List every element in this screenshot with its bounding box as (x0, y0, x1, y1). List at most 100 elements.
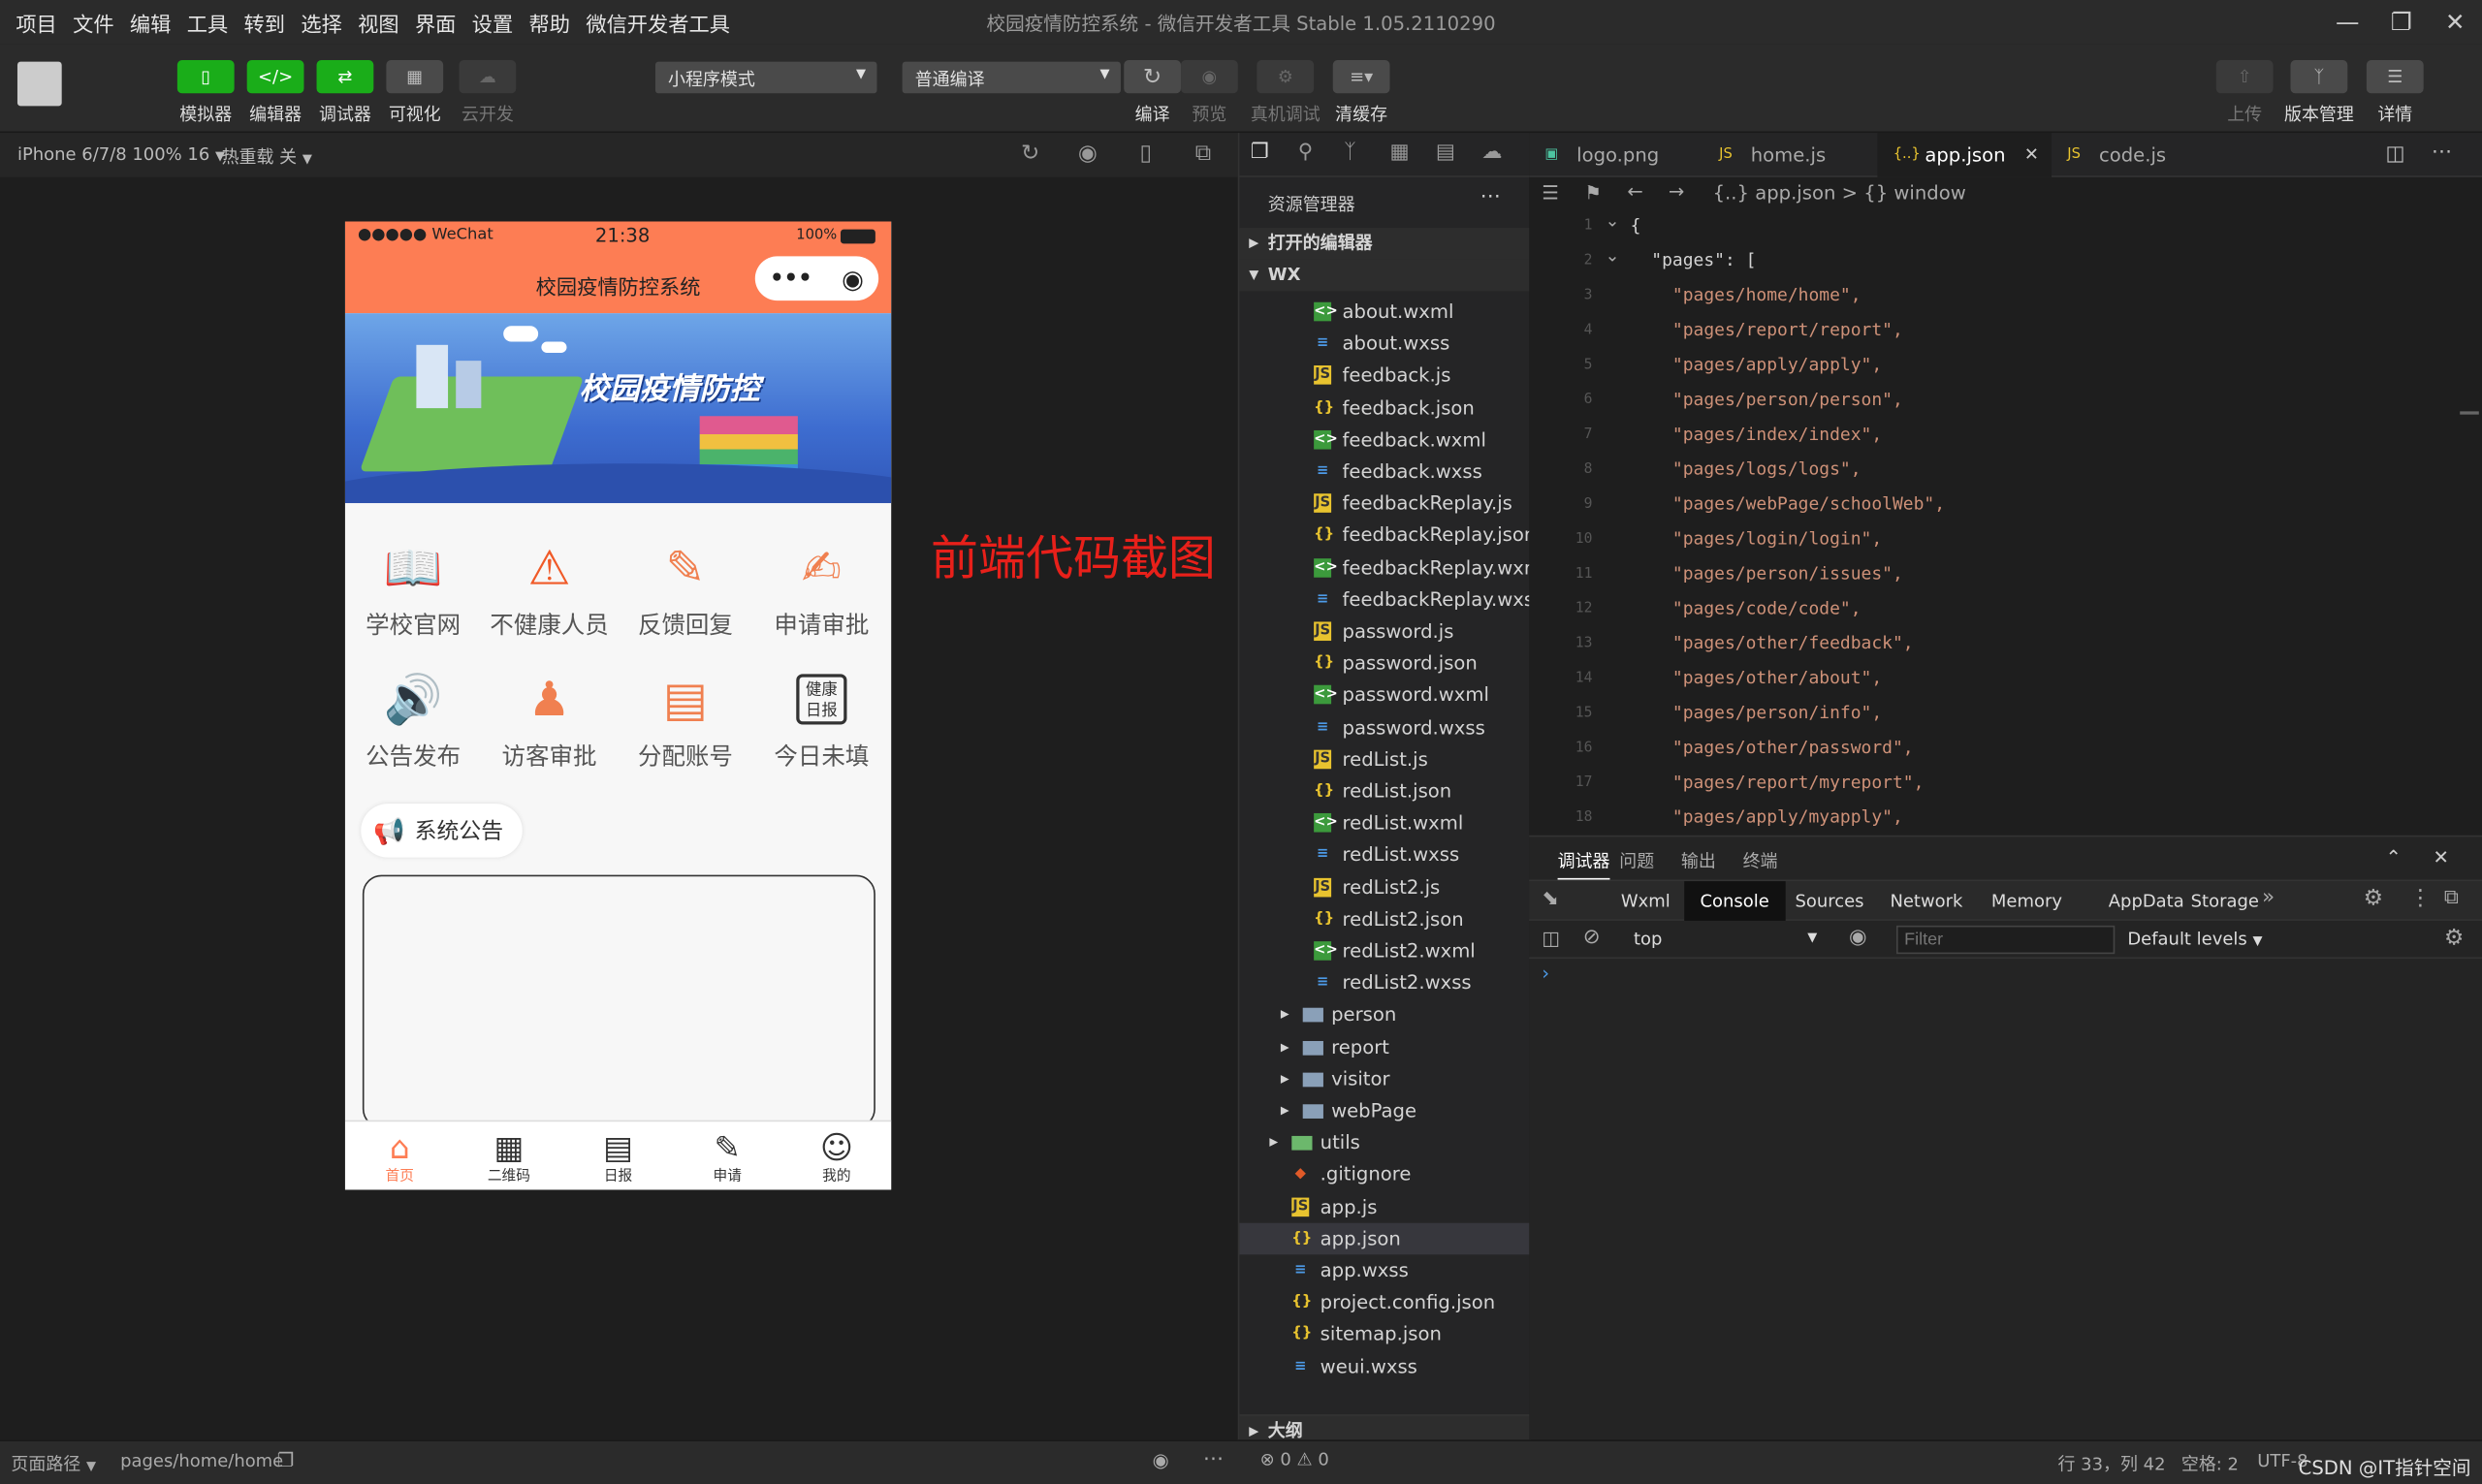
breadcrumb[interactable]: {..} app.json > {} window (1713, 182, 1966, 205)
file-item[interactable]: ≡ about.wxss (1239, 328, 1530, 360)
panel-tab[interactable]: 问题 (1619, 848, 1654, 873)
panel-tab[interactable]: 输出 (1681, 848, 1716, 873)
files-icon[interactable]: ❐ (1251, 141, 1269, 164)
minimize-icon[interactable]: — (2321, 0, 2375, 45)
copy-icon[interactable]: ❐ (277, 1449, 295, 1471)
split-icon[interactable]: ◫ (2385, 142, 2404, 166)
editor-tab[interactable]: ▣ logo.png (1529, 133, 1703, 177)
file-item[interactable]: ≡ weui.wxss (1239, 1350, 1530, 1382)
open-editors-section[interactable]: ▶ 打开的编辑器 (1239, 228, 1531, 260)
filter-input[interactable] (1895, 925, 2116, 955)
notice-button[interactable]: 📢 系统公告 (361, 804, 523, 858)
preview-button[interactable]: ◉ (1180, 60, 1238, 94)
search-icon[interactable]: ⚲ (1298, 141, 1314, 164)
file-item[interactable]: {} app.json (1239, 1222, 1531, 1255)
devtools-tab[interactable]: Console (1684, 881, 1786, 921)
file-item[interactable]: <> password.wxml (1239, 679, 1530, 711)
editor-tab[interactable]: JS home.js (1703, 133, 1878, 177)
file-item[interactable]: {} redList2.json (1239, 903, 1530, 935)
capsule-menu[interactable]: ••• ◉ (754, 256, 879, 301)
stop-icon[interactable]: ◉ (1078, 141, 1098, 166)
rotate-icon[interactable]: ↻ (1021, 141, 1039, 166)
context-select[interactable]: top ▼ (1624, 926, 1824, 954)
back-icon[interactable]: ← (1627, 180, 1642, 203)
console-prompt-icon[interactable]: › (1542, 962, 1549, 984)
grid-item[interactable]: 🔊 公告发布 (350, 669, 477, 772)
bookmark-icon[interactable]: ⚑ (1584, 182, 1602, 205)
tab-2[interactable]: ▤ 日报 (563, 1121, 673, 1189)
file-item[interactable]: {} project.config.json (1239, 1286, 1530, 1318)
folder-item[interactable]: ▶ visitor (1239, 1063, 1530, 1095)
maximize-icon[interactable]: ❐ (2374, 0, 2429, 45)
file-item[interactable]: <> about.wxml (1239, 296, 1530, 328)
more-icon[interactable]: ⋯ (1480, 185, 1501, 208)
dock-icon[interactable]: ⧉ (2444, 886, 2459, 909)
file-item[interactable]: ◆ .gitignore (1239, 1158, 1530, 1190)
debugger-button[interactable]: ⇄ (316, 60, 374, 94)
upload-button[interactable]: ⇧ (2215, 60, 2274, 94)
file-item[interactable]: ≡ password.wxss (1239, 711, 1530, 743)
file-item[interactable]: {} sitemap.json (1239, 1318, 1530, 1350)
file-item[interactable]: ≡ feedbackReplay.wxss (1239, 584, 1543, 616)
file-item[interactable]: ≡ app.wxss (1239, 1254, 1530, 1286)
scrollbar-thumb[interactable] (2460, 411, 2479, 415)
close-icon[interactable]: ✕ (2429, 0, 2482, 45)
devtools-tab[interactable]: Sources (1779, 881, 1880, 921)
fold-icon[interactable]: ⌄ (1606, 245, 1620, 266)
chevrons-right-icon[interactable]: » (2262, 886, 2275, 909)
file-item[interactable]: {} password.json (1239, 647, 1530, 679)
collapse-icon[interactable]: ⌃ (2385, 846, 2401, 868)
file-item[interactable]: JS feedback.js (1239, 360, 1530, 392)
storage-icon[interactable]: ▤ (1436, 141, 1455, 164)
tab-0[interactable]: ⌂ 首页 (345, 1121, 455, 1189)
folder-item[interactable]: ▶ report (1239, 1031, 1530, 1063)
cloud-button[interactable]: ☁ (459, 60, 517, 94)
sidebar-icon[interactable]: ◫ (1542, 927, 1560, 949)
grid-item[interactable]: ⚠ 不健康人员 (486, 538, 613, 641)
file-item[interactable]: JS redList2.js (1239, 871, 1530, 903)
device-select[interactable]: iPhone 6/7/8 100% 16 ▼ (17, 144, 225, 165)
real-debug-button[interactable]: ⚙ (1257, 60, 1315, 94)
grid-item[interactable]: 📖 学校官网 (350, 538, 477, 641)
root-folder[interactable]: ▼ WX (1239, 259, 1531, 292)
file-item[interactable]: <> feedback.wxml (1239, 424, 1530, 456)
editor-button[interactable]: </> (246, 60, 304, 94)
more-icon[interactable]: ••• (770, 266, 812, 291)
devtools-tab[interactable]: Network (1874, 881, 1979, 921)
clear-icon[interactable]: ⊘ (1583, 926, 1601, 949)
grid-item[interactable]: 健康日报 今日未填 (758, 669, 885, 772)
menu-item[interactable]: 选择 (301, 8, 341, 38)
grid-item[interactable]: ✍ 申请审批 (758, 538, 885, 641)
devtools-tab[interactable]: Storage (2175, 881, 2275, 921)
file-item[interactable]: ▶ utils (1239, 1126, 1530, 1158)
menu-item[interactable]: 工具 (187, 8, 228, 38)
compile-button[interactable]: ↻ (1124, 60, 1181, 94)
version-button[interactable]: ᛉ (2290, 60, 2348, 94)
extensions-icon[interactable]: ▦ (1390, 141, 1410, 164)
levels-select[interactable]: Default levels ▼ (2127, 929, 2262, 949)
grid-item[interactable]: ✎ 反馈回复 (622, 538, 749, 641)
kebab-icon[interactable]: ⋮ (2409, 886, 2432, 911)
file-item[interactable]: {} feedback.json (1239, 392, 1530, 424)
devtools-tab[interactable]: Memory (1976, 881, 2079, 921)
editor-tab[interactable]: {..} app.json ✕ (1877, 133, 2052, 177)
eye-icon[interactable]: ◉ (1153, 1449, 1169, 1471)
menu-item[interactable]: 微信开发者工具 (586, 8, 730, 38)
close-icon[interactable]: ✕ (2024, 133, 2039, 177)
menu-item[interactable]: 编辑 (130, 8, 171, 38)
menu-item[interactable]: 文件 (73, 8, 113, 38)
file-item[interactable]: JS feedbackReplay.js (1239, 488, 1530, 520)
forward-icon[interactable]: → (1669, 180, 1684, 203)
panel-tab[interactable]: 终端 (1743, 848, 1778, 873)
hot-reload-select[interactable]: 热重载 关 ▼ (222, 144, 312, 170)
file-item[interactable]: {} redList.json (1239, 775, 1530, 807)
menu-item[interactable]: 帮助 (529, 8, 570, 38)
file-item[interactable]: {} feedbackReplay.json (1239, 520, 1536, 552)
file-item[interactable]: JS redList.js (1239, 743, 1530, 775)
folder-item[interactable]: ▶ person (1239, 999, 1530, 1031)
file-item[interactable]: <> redList2.wxml (1239, 935, 1530, 967)
cursor-position[interactable]: 行 33，列 42 (2058, 1451, 2166, 1476)
tab-3[interactable]: ✎ 申请 (673, 1121, 782, 1189)
file-item[interactable]: <> feedbackReplay.wxml (1239, 552, 1547, 584)
grid-item[interactable]: ▤ 分配账号 (622, 669, 749, 772)
